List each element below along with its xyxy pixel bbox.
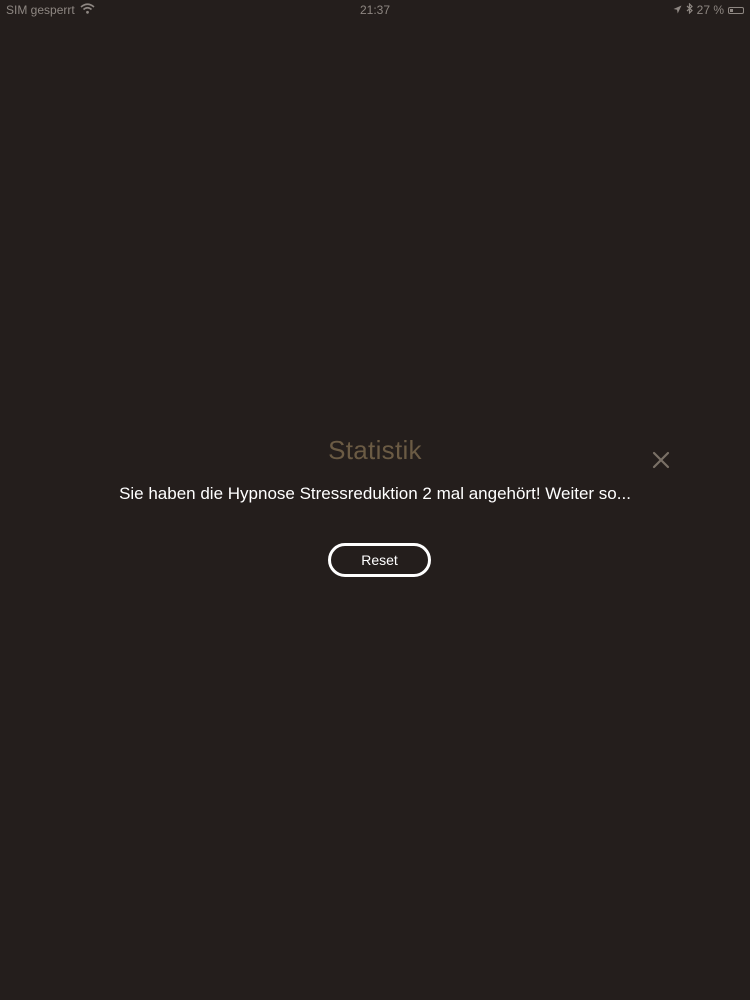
- statistics-message: Sie haben die Hypnose Stressreduktion 2 …: [119, 484, 631, 503]
- close-button[interactable]: [648, 447, 674, 473]
- status-right: 27 %: [673, 2, 744, 17]
- close-icon: [652, 451, 670, 469]
- battery-percent: 27 %: [696, 3, 724, 17]
- bluetooth-icon: [686, 2, 693, 17]
- location-arrow-icon: [673, 3, 682, 17]
- battery-icon: [728, 6, 744, 14]
- status-time: 21:37: [359, 3, 391, 17]
- status-bar: SIM gesperrt 21:37 27 %: [0, 0, 750, 20]
- reset-button[interactable]: Reset: [328, 543, 431, 577]
- dialog-title: Statistik: [328, 435, 422, 465]
- battery-level-fill: [730, 8, 733, 12]
